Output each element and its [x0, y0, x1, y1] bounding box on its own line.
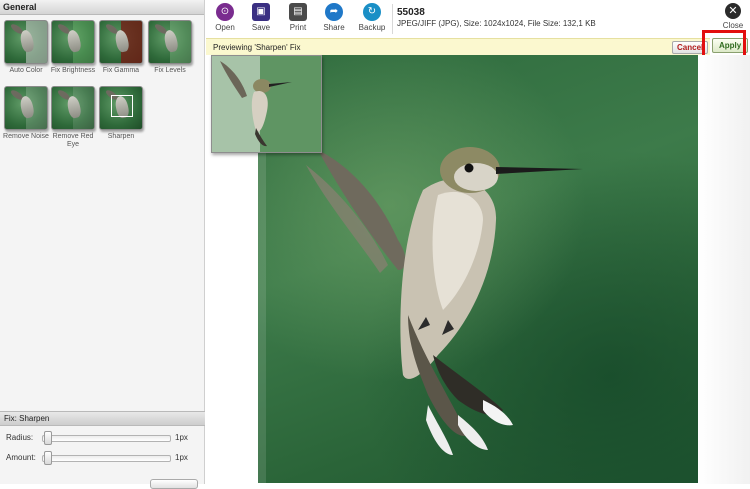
- file-name: 55038: [397, 7, 425, 18]
- image-canvas: [206, 55, 750, 484]
- fix-levels-thumbnail: [148, 20, 192, 64]
- sharpen-thumbnail: [99, 86, 143, 130]
- radius-slider-handle[interactable]: [44, 431, 52, 445]
- fix-levels[interactable]: Fix Levels: [145, 20, 195, 75]
- share-label: Share: [323, 23, 345, 32]
- fixes-sidebar: General Auto Color Fix Brightness Fix Ga…: [0, 0, 205, 489]
- fix-settings-panel: Fix: Sharpen Radius: 1px Amount: 1px: [0, 411, 205, 484]
- amount-slider-track[interactable]: [42, 455, 171, 462]
- fix-label: Auto Color: [9, 67, 43, 74]
- save-label: Save: [251, 23, 271, 32]
- file-info: 55038 JPEG/JIFF (JPG), Size: 1024x1024, …: [397, 7, 596, 28]
- photo-preview[interactable]: [258, 55, 698, 483]
- toolbar-divider: [392, 4, 393, 34]
- radius-label: Radius:: [6, 433, 34, 442]
- save-icon: ▣: [252, 3, 270, 21]
- remove-noise-thumbnail: [4, 86, 48, 130]
- fix-label: Remove Noise: [3, 133, 49, 140]
- print-icon: ▤: [289, 3, 307, 21]
- auto-color-thumbnail: [4, 20, 48, 64]
- general-header: General: [0, 0, 204, 15]
- backup-icon: ↻: [363, 3, 381, 21]
- radius-value: 1px: [175, 433, 188, 442]
- canvas-margin-right: [698, 55, 750, 484]
- print-label: Print: [289, 23, 307, 32]
- file-meta: JPEG/JIFF (JPG), Size: 1024x1024, File S…: [397, 19, 596, 28]
- open-button[interactable]: ⊙ Open: [208, 3, 242, 32]
- print-button[interactable]: ▤ Print: [281, 3, 315, 32]
- fix-sharpen[interactable]: Sharpen: [96, 86, 146, 141]
- fix-label: Fix Levels: [154, 67, 186, 74]
- fix-remove-red-eye[interactable]: Remove Red Eye: [48, 86, 98, 149]
- radius-slider-track[interactable]: [42, 435, 171, 442]
- close-button[interactable]: ✕ Close: [718, 3, 748, 30]
- amount-value: 1px: [175, 453, 188, 462]
- close-label: Close: [722, 21, 744, 30]
- navigator-thumbnail[interactable]: [211, 55, 322, 153]
- fix-auto-color[interactable]: Auto Color: [1, 20, 51, 75]
- sharpen-selection-box: [111, 95, 133, 117]
- radius-row: Radius: 1px: [0, 431, 205, 445]
- fix-gamma[interactable]: Fix Gamma: [96, 20, 146, 75]
- open-icon: ⊙: [216, 3, 234, 21]
- remove-red-eye-thumbnail: [51, 86, 95, 130]
- save-button[interactable]: ▣ Save: [244, 3, 278, 32]
- share-button[interactable]: ➦ Share: [317, 3, 351, 32]
- fix-brightness-thumbnail: [51, 20, 95, 64]
- fix-gamma-thumbnail: [99, 20, 143, 64]
- amount-slider-handle[interactable]: [44, 451, 52, 465]
- fix-brightness[interactable]: Fix Brightness: [48, 20, 98, 75]
- preview-message: Previewing 'Sharpen' Fix: [213, 43, 301, 52]
- share-icon: ➦: [325, 3, 343, 21]
- fix-remove-noise[interactable]: Remove Noise: [1, 86, 51, 141]
- backup-label: Backup: [358, 23, 386, 32]
- navigator-bird-icon: [220, 61, 292, 147]
- fix-label: Sharpen: [107, 133, 135, 140]
- fix-settings-header: Fix: Sharpen: [0, 411, 205, 426]
- fix-panel-button[interactable]: [150, 479, 198, 489]
- amount-row: Amount: 1px: [0, 451, 205, 465]
- toolbar: ⊙ Open ▣ Save ▤ Print ➦ Share ↻ Backup 5…: [206, 0, 750, 38]
- amount-label: Amount:: [6, 453, 36, 462]
- backup-button[interactable]: ↻ Backup: [355, 3, 389, 32]
- fix-label: Fix Brightness: [50, 67, 96, 74]
- hummingbird-image: [306, 147, 583, 455]
- fix-label: Remove Red Eye: [52, 133, 94, 148]
- fix-label: Fix Gamma: [102, 67, 140, 74]
- close-icon: ✕: [725, 3, 741, 19]
- open-label: Open: [215, 23, 235, 32]
